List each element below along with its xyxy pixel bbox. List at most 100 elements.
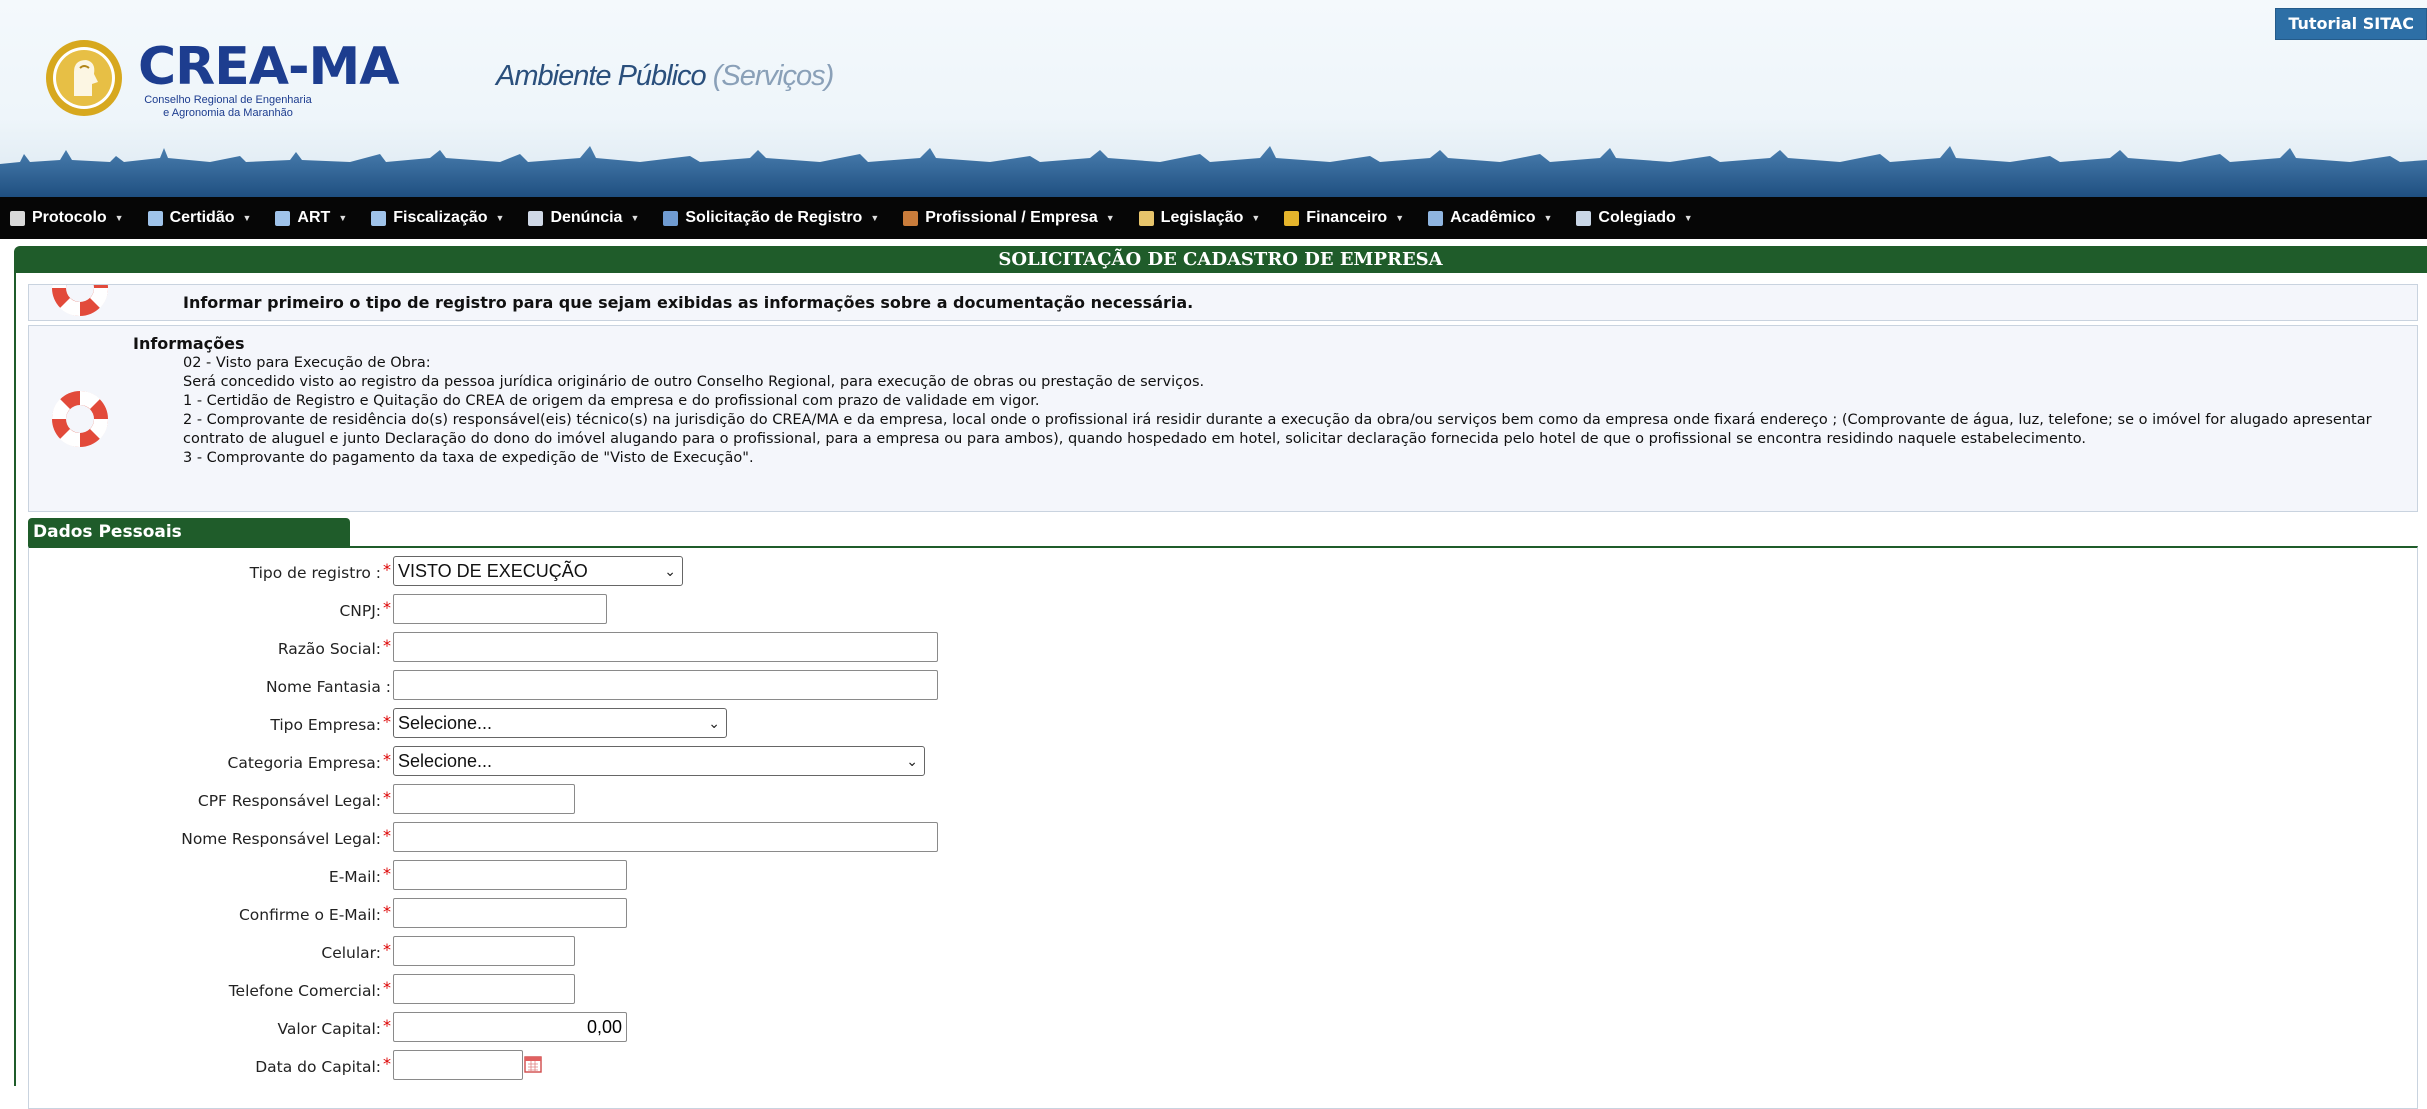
categoria-empresa-select[interactable]: Selecione... ⌄ xyxy=(393,746,925,776)
chat-icon xyxy=(1576,210,1592,226)
tipo-empresa-label: Tipo Empresa: xyxy=(270,716,381,734)
document-icon xyxy=(147,210,163,226)
nav-item-solicita-o-de-registro[interactable]: Solicitação de Registro ▼ xyxy=(653,197,893,239)
tipo-registro-select[interactable]: VISTO DE EXECUÇÃO ⌄ xyxy=(393,556,683,586)
nav-item-art[interactable]: ART ▼ xyxy=(265,197,361,239)
nav-item-label: Denúncia xyxy=(550,209,623,226)
cpf-input[interactable] xyxy=(393,784,575,814)
caret-down-icon: ▼ xyxy=(242,213,252,223)
nav-item-certid-o[interactable]: Certidão ▼ xyxy=(138,197,266,239)
form-row-tipo-registro: Tipo de registro : * VISTO DE EXECUÇÃO ⌄ xyxy=(29,556,1029,590)
nome-fantasia-input[interactable] xyxy=(393,670,938,700)
form-row-categoria-empresa: Categoria Empresa: * Selecione... ⌄ xyxy=(29,746,1029,780)
form-row-confirme-email: Confirme o E-Mail: * xyxy=(29,898,1029,932)
form-row-celular: Celular: * xyxy=(29,936,1029,970)
nav-item-label: ART xyxy=(297,209,331,226)
confirme-email-input[interactable] xyxy=(393,898,627,928)
email-label: E-Mail: xyxy=(328,868,381,886)
tab-dados-pessoais[interactable]: Dados Pessoais xyxy=(28,518,350,546)
form-row-email: E-Mail: * xyxy=(29,860,1029,894)
data-capital-input[interactable] xyxy=(393,1050,523,1080)
tipo-registro-value: VISTO DE EXECUÇÃO xyxy=(398,561,588,581)
servicos-label: (Serviços) xyxy=(712,60,835,92)
nav-item-label: Financeiro xyxy=(1306,209,1388,226)
required-mark: * xyxy=(383,978,391,997)
valor-capital-input[interactable]: 0,00 xyxy=(393,1012,627,1042)
form-row-cpf: CPF Responsável Legal: * xyxy=(29,784,1029,818)
nav-item-fiscaliza-o[interactable]: Fiscalização ▼ xyxy=(361,197,518,239)
categoria-empresa-value: Selecione... xyxy=(398,751,493,771)
caret-down-icon: ▼ xyxy=(495,213,505,223)
document-icon xyxy=(275,210,291,226)
nav-item-label: Solicitação de Registro xyxy=(685,209,863,226)
required-mark: * xyxy=(383,1016,391,1035)
required-mark: * xyxy=(383,1054,391,1073)
form-row-data-capital: Data do Capital: * xyxy=(29,1050,1029,1084)
telefone-input[interactable] xyxy=(393,974,575,1004)
site-header: Tutorial SITAC CREA-MA Conselho Regional… xyxy=(0,0,2427,197)
required-mark: * xyxy=(383,598,391,617)
caret-down-icon: ▼ xyxy=(338,213,348,223)
logo-subtitle-1: Conselho Regional de Engenharia xyxy=(144,94,312,106)
data-capital-label: Data do Capital: xyxy=(255,1058,381,1076)
nav-item-label: Fiscalização xyxy=(393,209,488,226)
caret-down-icon: ▼ xyxy=(114,213,124,223)
razao-social-input[interactable] xyxy=(393,632,938,662)
notice-box: Informar primeiro o tipo de registro par… xyxy=(28,284,2418,321)
coins-icon xyxy=(1284,210,1300,226)
nav-item-profissional-empresa[interactable]: Profissional / Empresa ▼ xyxy=(893,197,1128,239)
caret-down-icon: ▼ xyxy=(1683,213,1693,223)
caret-down-icon: ▼ xyxy=(630,213,640,223)
page-title: SOLICITAÇÃO DE CADASTRO DE EMPRESA xyxy=(14,246,2427,273)
required-mark: * xyxy=(383,750,391,769)
content-left-border xyxy=(14,273,16,1086)
tutorial-button[interactable]: Tutorial SITAC xyxy=(2275,8,2427,40)
caret-down-icon: ▼ xyxy=(1105,213,1115,223)
nav-item-label: Colegiado xyxy=(1598,209,1676,226)
info-text: 02 - Visto para Execução de Obra: Será c… xyxy=(183,354,2403,468)
crea-seal-logo xyxy=(46,40,122,116)
tipo-registro-label: Tipo de registro : xyxy=(249,564,381,582)
logo-title: CREA-MA xyxy=(138,37,400,97)
info-line: 1 - Certidão de Registro e Quitação do C… xyxy=(183,393,1040,409)
confirme-email-label: Confirme o E-Mail: xyxy=(238,906,381,924)
celular-input[interactable] xyxy=(393,936,575,966)
form-icon xyxy=(528,210,544,226)
telefone-label: Telefone Comercial: xyxy=(228,982,381,1000)
logo-subtitle-2: e Agronomia da Maranhão xyxy=(163,107,293,119)
main-nav: Protocolo ▼ Certidão ▼ ART ▼ Fiscalização ▼ Denú… xyxy=(0,197,2427,239)
caret-down-icon: ▼ xyxy=(1251,213,1261,223)
form-row-cnpj: CNPJ: * xyxy=(29,594,1029,628)
nav-item-label: Acadêmico xyxy=(1450,209,1536,226)
tipo-empresa-value: Selecione... xyxy=(398,713,493,733)
nav-item-financeiro[interactable]: Financeiro ▼ xyxy=(1274,197,1418,239)
nome-responsavel-input[interactable] xyxy=(393,822,938,852)
form-row-telefone: Telefone Comercial: * xyxy=(29,974,1029,1008)
crea-logo[interactable]: CREA-MA Conselho Regional de Engenharia … xyxy=(138,37,400,120)
nav-item-colegiado[interactable]: Colegiado ▼ xyxy=(1566,197,1706,239)
ambiente-label: Ambiente Público xyxy=(496,60,707,92)
required-mark: * xyxy=(383,712,391,731)
open-book-icon xyxy=(1428,210,1444,226)
lifebuoy-icon xyxy=(51,390,109,448)
valor-capital-label: Valor Capital: xyxy=(277,1020,381,1038)
razao-social-label: Razão Social: xyxy=(277,640,381,658)
lifebuoy-icon xyxy=(51,285,109,317)
required-mark: * xyxy=(383,902,391,921)
nav-item-legisla-o[interactable]: Legislação ▼ xyxy=(1129,197,1275,239)
notice-text: Informar primeiro o tipo de registro par… xyxy=(183,293,1194,312)
form-row-valor-capital: Valor Capital: * 0,00 xyxy=(29,1012,1029,1046)
chevron-down-icon: ⌄ xyxy=(664,563,676,579)
nav-item-den-ncia[interactable]: Denúncia ▼ xyxy=(518,197,653,239)
calendar-icon[interactable] xyxy=(524,1055,542,1073)
nav-item-protocolo[interactable]: Protocolo ▼ xyxy=(0,197,138,239)
info-line: 3 - Comprovante do pagamento da taxa de … xyxy=(183,450,754,466)
form-row-tipo-empresa: Tipo Empresa: * Selecione... ⌄ xyxy=(29,708,1029,742)
required-mark: * xyxy=(383,560,391,579)
cnpj-input[interactable] xyxy=(393,594,607,624)
nav-item-label: Certidão xyxy=(169,209,235,226)
email-input[interactable] xyxy=(393,860,627,890)
required-mark: * xyxy=(383,636,391,655)
nav-item-acad-mico[interactable]: Acadêmico ▼ xyxy=(1418,197,1566,239)
tipo-empresa-select[interactable]: Selecione... ⌄ xyxy=(393,708,727,738)
